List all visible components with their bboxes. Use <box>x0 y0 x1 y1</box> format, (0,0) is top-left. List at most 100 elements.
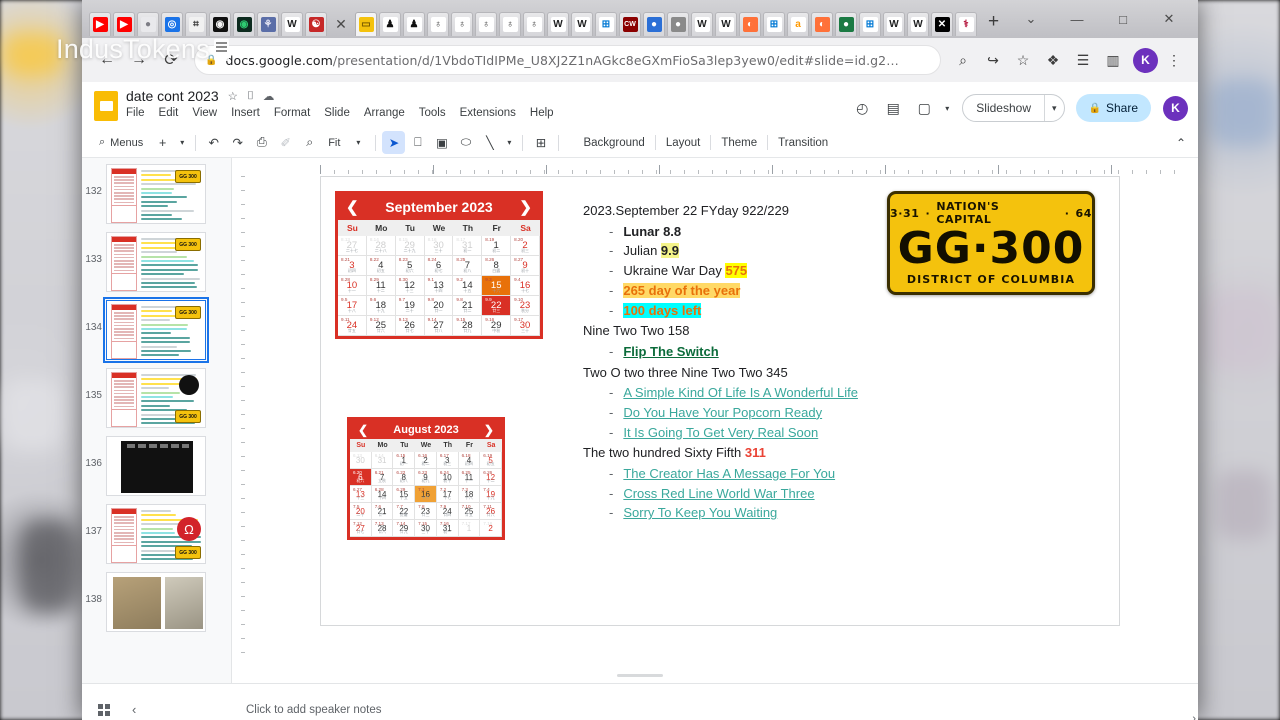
slide-hyperlink[interactable]: Do You Have Your Popcorn Ready <box>623 403 822 423</box>
menu-item-view[interactable]: View <box>192 107 217 119</box>
close-tab-icon[interactable]: ✕ <box>331 16 351 33</box>
textbox-tool-button[interactable]: ⎕ <box>406 131 429 154</box>
slides-tab-active[interactable]: ▭ <box>355 12 377 36</box>
slide-canvas[interactable]: ❮ September 2023 ❯ Su Mo Tu We Th Fr Sa 8.13 27… <box>320 176 1120 626</box>
youtube-tab[interactable]: ▶ <box>89 12 111 36</box>
comment-icon[interactable]: ▤ <box>879 94 907 122</box>
menu-item-slide[interactable]: Slide <box>324 107 350 119</box>
reading-list-icon[interactable]: ☰ <box>1069 46 1097 74</box>
address-bar[interactable]: 🔒 docs.google.com/presentation/d/1VbdoTI… <box>194 45 941 75</box>
cw-tab[interactable]: CW <box>619 12 641 36</box>
meet-caret-icon[interactable]: ▾ <box>941 94 953 122</box>
filmstrip-row[interactable]: 138 <box>82 568 231 636</box>
bookmark-star-icon[interactable]: ☆ <box>1009 46 1037 74</box>
slide-thumbnail-137[interactable]: Ω GG 300 <box>106 504 206 564</box>
share-button[interactable]: 🔒 Share <box>1076 94 1151 122</box>
slide-thumbnail-133[interactable]: GG 300 <box>106 232 206 292</box>
prev-month-icon[interactable]: ❮ <box>358 423 368 437</box>
forward-button[interactable]: → <box>124 45 154 75</box>
wikipedia-tab[interactable]: W <box>547 12 569 36</box>
new-tab-button[interactable]: + <box>988 11 999 33</box>
slide-filmstrip[interactable]: 132 GG 300 133 GG 300 134 GG 300 135 GG 300 136 1… <box>82 158 232 683</box>
filmstrip-row[interactable]: 137 Ω GG 300 <box>82 500 231 568</box>
slideshow-button[interactable]: Slideshow ▾ <box>962 94 1064 122</box>
paint-format-button[interactable]: ✐ <box>274 131 297 154</box>
eagle-tab[interactable]: ♁ <box>451 12 473 36</box>
move-to-folder-icon[interactable]: ⌷ <box>247 90 254 103</box>
flip-the-switch-link[interactable]: Flip The Switch <box>623 342 718 362</box>
zoom-button[interactable]: ⌕ <box>298 131 321 154</box>
slide-thumbnail-132[interactable]: GG 300 <box>106 164 206 224</box>
eagle-tab[interactable]: ♁ <box>427 12 449 36</box>
figure-tab[interactable]: ♟ <box>403 12 425 36</box>
yinyang-tab[interactable]: ☯ <box>305 12 327 36</box>
star-icon[interactable]: ☆ <box>228 89 238 103</box>
slide-hyperlink[interactable]: Sorry To Keep You Waiting <box>623 503 777 523</box>
filmstrip-row[interactable]: 133 GG 300 <box>82 228 231 296</box>
filmstrip-row[interactable]: 134 GG 300 <box>82 296 231 364</box>
august-calendar[interactable]: ❮ August 2023 ❯ Su Mo Tu We Th Fr Sa 6.13 30 6.1… <box>347 417 505 540</box>
slide-thumbnail-138[interactable] <box>106 572 206 632</box>
record-tab[interactable]: ◉ <box>209 12 231 36</box>
line-caret-icon[interactable]: ▾ <box>502 131 516 154</box>
next-month-icon[interactable]: ❯ <box>484 423 494 437</box>
filmstrip-row[interactable]: 136 <box>82 432 231 500</box>
notes-resize-handle[interactable] <box>617 674 663 677</box>
layout-button[interactable]: Layout <box>656 137 711 149</box>
menu-item-edit[interactable]: Edit <box>159 107 179 119</box>
prev-month-icon[interactable]: ❮ <box>346 198 359 216</box>
expand-panel-icon[interactable]: › <box>1192 713 1196 720</box>
zoom-search-icon[interactable]: ⌕ <box>949 46 977 74</box>
sheets-tab[interactable]: ⌗ <box>185 12 207 36</box>
version-history-icon[interactable]: ◴ <box>848 94 876 122</box>
browser-menu-icon[interactable]: ⋮ <box>1160 46 1188 74</box>
generic-tab[interactable]: ● <box>137 12 159 36</box>
eagle-tab[interactable]: ♁ <box>523 12 545 36</box>
wikipedia-tab[interactable]: W <box>883 12 905 36</box>
filmstrip-row[interactable]: 135 GG 300 <box>82 364 231 432</box>
chevron-down-button[interactable]: ⌄ <box>1008 6 1054 32</box>
document-title[interactable]: date cont 2023 <box>126 88 219 104</box>
slide-text-block[interactable]: 2023.September 22 FYday 922/229 - Lunar 8… <box>583 201 913 524</box>
grid-view-icon[interactable] <box>98 704 110 716</box>
slide-hyperlink[interactable]: The Creator Has A Message For You <box>623 464 835 484</box>
profile-avatar[interactable]: K <box>1133 48 1158 73</box>
menu-item-format[interactable]: Format <box>274 107 310 119</box>
insert-shape-button[interactable]: ⬭ <box>454 131 477 154</box>
zoom-level-value[interactable]: Fit <box>322 137 346 149</box>
wikipedia-tab[interactable]: W <box>571 12 593 36</box>
microsoft-tab[interactable]: ⊞ <box>595 12 617 36</box>
eagle-tab[interactable]: ♁ <box>475 12 497 36</box>
side-panel-icon[interactable]: ▥ <box>1099 46 1127 74</box>
wikipedia-tab[interactable]: W <box>281 12 303 36</box>
microsoft-tab[interactable]: ⊞ <box>859 12 881 36</box>
microsoft-tab[interactable]: ⊞ <box>763 12 785 36</box>
maximize-button[interactable]: □ <box>1100 6 1146 32</box>
speaker-notes-placeholder[interactable]: Click to add speaker notes <box>232 704 382 716</box>
slide-hyperlink[interactable]: A Simple Kind Of Life Is A Wonderful Lif… <box>623 383 858 403</box>
close-button[interactable]: ✕ <box>1146 6 1192 32</box>
print-button[interactable]: ⎙ <box>250 131 273 154</box>
filmstrip-row[interactable]: 132 GG 300 <box>82 160 231 228</box>
figure-tab[interactable]: ♟ <box>379 12 401 36</box>
redo-button[interactable]: ↷ <box>226 131 249 154</box>
menu-item-extensions[interactable]: Extensions <box>460 107 516 119</box>
slide-thumbnail-136[interactable] <box>106 436 206 496</box>
minimize-button[interactable]: — <box>1054 6 1100 32</box>
back-button[interactable]: ← <box>92 45 122 75</box>
new-slide-caret-icon[interactable]: ▾ <box>175 131 189 154</box>
september-calendar[interactable]: ❮ September 2023 ❯ Su Mo Tu We Th Fr Sa 8.13 27… <box>335 191 543 339</box>
green-globe-tab[interactable]: ● <box>835 12 857 36</box>
slide-hyperlink[interactable]: It Is Going To Get Very Real Soon <box>623 423 818 443</box>
youtube-tab[interactable]: ▶ <box>113 12 135 36</box>
slide-hyperlink[interactable]: Cross Red Line World War Three <box>623 484 814 504</box>
collapse-filmstrip-icon[interactable]: ‹ <box>132 702 136 717</box>
eagle-tab[interactable]: ♁ <box>499 12 521 36</box>
reload-button[interactable]: ⟳ <box>156 45 186 75</box>
account-avatar[interactable]: K <box>1163 96 1188 121</box>
wikipedia-tab[interactable]: W <box>691 12 713 36</box>
menu-item-help[interactable]: Help <box>530 107 554 119</box>
menu-item-tools[interactable]: Tools <box>419 107 446 119</box>
wikipedia-tab[interactable]: W <box>715 12 737 36</box>
license-plate-image[interactable]: 3·31 · NATION'S CAPITAL · 64 GG·300 DIST… <box>887 191 1095 295</box>
